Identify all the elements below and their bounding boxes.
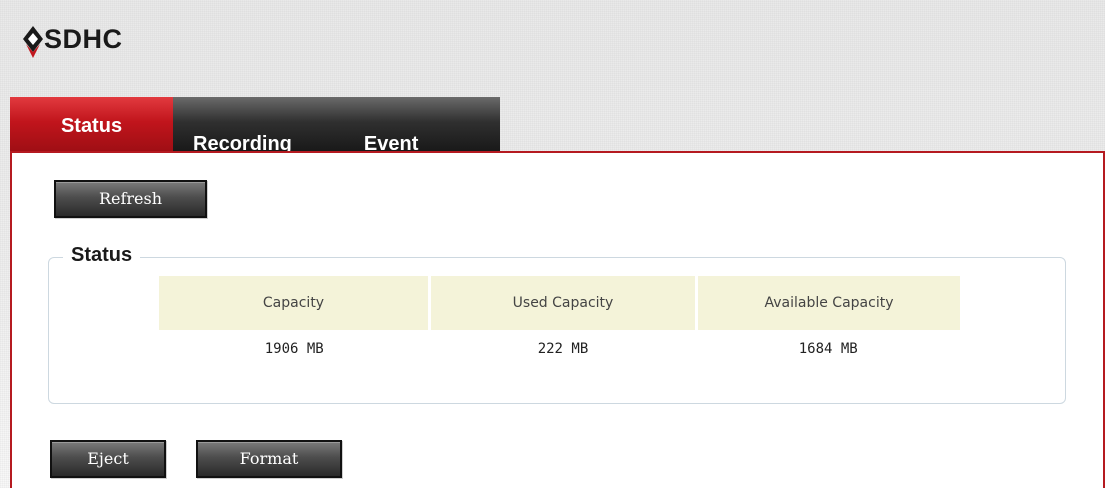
sdhc-page: SDHC Status Recording Event Refresh Stat… xyxy=(0,0,1105,488)
used-capacity-header: Used Capacity xyxy=(429,276,698,330)
diamond-logo-icon xyxy=(22,24,44,60)
tab-event[interactable]: Event xyxy=(364,115,418,155)
inactive-tabs: Recording Event xyxy=(173,97,500,155)
status-panel: Refresh Status Capacity Used Capacity Av… xyxy=(10,151,1105,488)
tab-recording[interactable]: Recording xyxy=(193,115,292,155)
status-fieldset: Status Capacity Used Capacity Available … xyxy=(48,244,1066,404)
format-button[interactable]: Format xyxy=(196,440,342,478)
refresh-button[interactable]: Refresh xyxy=(54,180,207,218)
capacity-value: 1906 MB xyxy=(264,341,324,357)
tab-status[interactable]: Status xyxy=(10,97,173,152)
available-capacity-header: Available Capacity xyxy=(696,276,960,330)
table-header-row: Capacity Used Capacity Available Capacit… xyxy=(159,276,960,330)
status-legend: Status xyxy=(63,244,141,267)
eject-button[interactable]: Eject xyxy=(50,440,166,478)
capacity-table: Capacity Used Capacity Available Capacit… xyxy=(159,276,960,368)
tab-bar: Status Recording Event xyxy=(10,97,500,155)
capacity-header: Capacity xyxy=(159,276,431,330)
used-capacity-value: 222 MB xyxy=(537,341,589,357)
header: SDHC xyxy=(0,0,1105,97)
table-row: 1906 MB 222 MB 1684 MB xyxy=(159,330,960,368)
available-capacity-value: 1684 MB xyxy=(798,341,858,357)
app-title: SDHC xyxy=(44,24,123,54)
